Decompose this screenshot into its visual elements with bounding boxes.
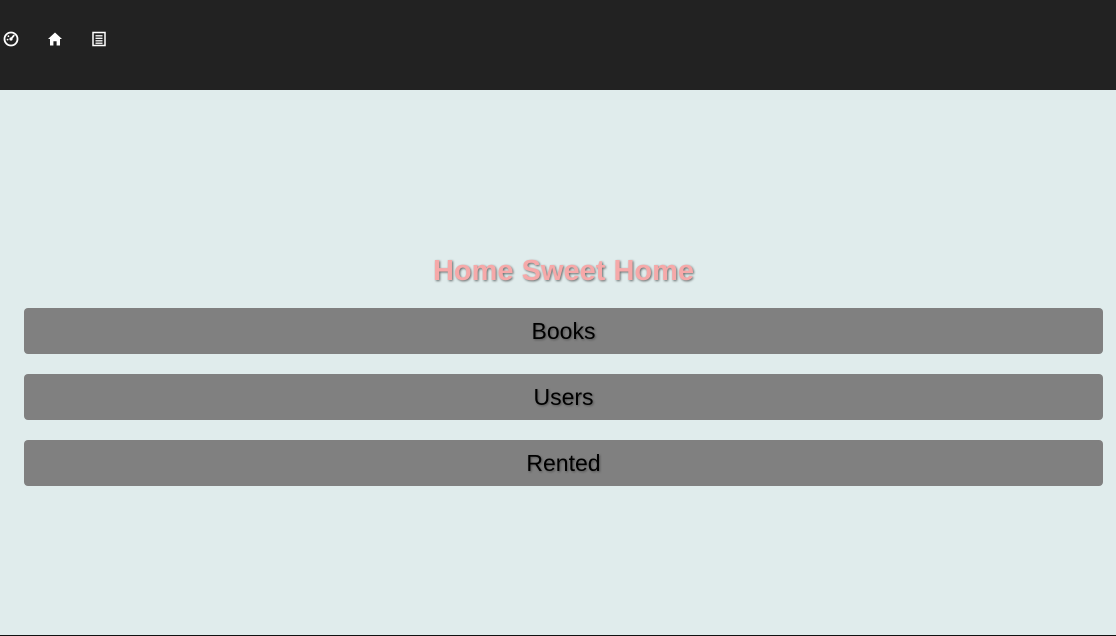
home-icon[interactable] xyxy=(47,31,63,47)
users-button[interactable]: Users xyxy=(24,374,1103,420)
top-navbar xyxy=(0,0,1116,90)
dashboard-icon[interactable] xyxy=(3,31,19,47)
rented-button[interactable]: Rented xyxy=(24,440,1103,486)
main-content: Home Sweet Home Books Users Rented xyxy=(0,90,1116,635)
list-icon[interactable] xyxy=(91,31,107,47)
page-title: Home Sweet Home xyxy=(432,255,695,287)
books-button[interactable]: Books xyxy=(24,308,1103,354)
